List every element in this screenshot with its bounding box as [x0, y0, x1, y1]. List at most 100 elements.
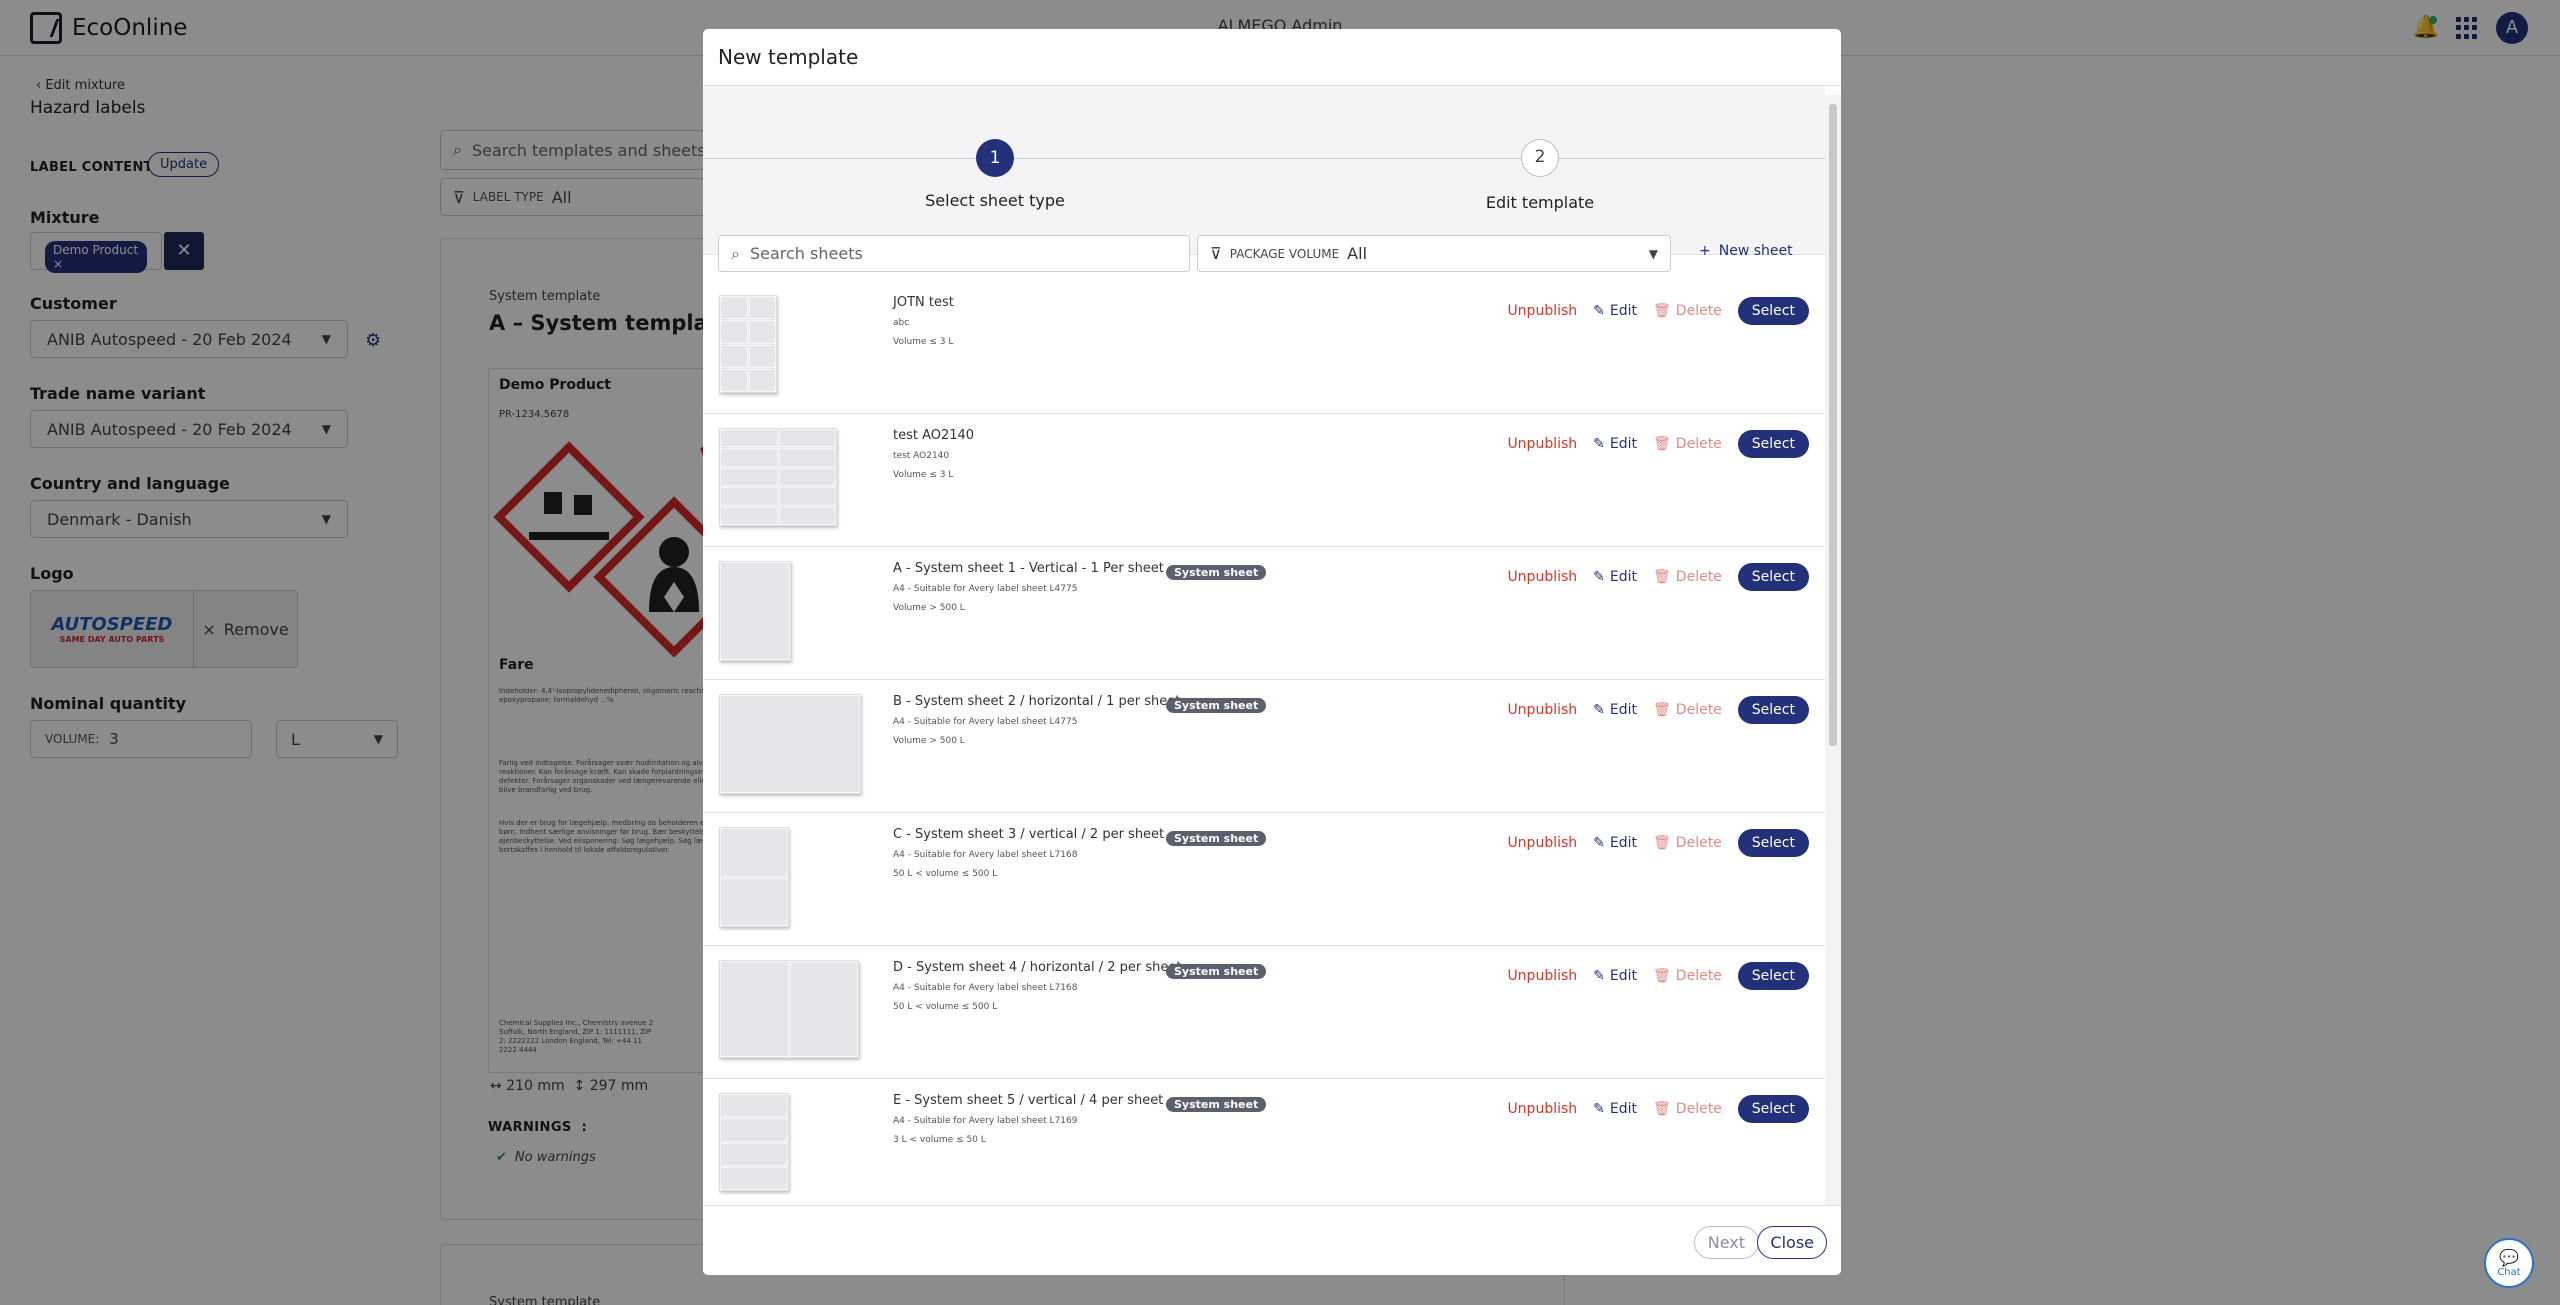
chat-widget[interactable]: 💬 Chat: [2484, 1238, 2534, 1288]
trash-icon: 🗑: [1653, 436, 1671, 452]
sheet-thumbnail: [719, 295, 777, 393]
step-1-label: Select sheet type: [925, 191, 1065, 210]
sheet-name: B - System sheet 2 / horizontal / 1 per …: [893, 694, 1181, 709]
sheet-description: A4 - Suitable for Avery label sheet L716…: [893, 983, 1078, 993]
pencil-icon: ✎: [1593, 1101, 1605, 1117]
sheet-description: A4 - Suitable for Avery label sheet L716…: [893, 1116, 1078, 1126]
system-sheet-badge: System sheet: [1166, 565, 1267, 580]
new-sheet-button[interactable]: + New sheet: [1699, 243, 1793, 259]
sheet-description: A4 - Suitable for Avery label sheet L477…: [893, 584, 1078, 594]
step-1-indicator[interactable]: 1: [976, 139, 1014, 177]
sheet-list: JOTN test abc Volume ≤ 3 L Unpublish ✎ Ed…: [703, 281, 1825, 1199]
unpublish-button[interactable]: Unpublish: [1507, 835, 1577, 851]
sheet-name: E - System sheet 5 / vertical / 4 per sh…: [893, 1093, 1164, 1108]
sheet-thumbnail: [719, 428, 837, 526]
sheet-thumbnail: [719, 1093, 789, 1191]
edit-button[interactable]: ✎ Edit: [1593, 1101, 1637, 1117]
delete-button[interactable]: 🗑 Delete: [1653, 702, 1722, 718]
edit-button[interactable]: ✎ Edit: [1593, 436, 1637, 452]
sheet-volume: Volume ≤ 3 L: [893, 470, 954, 480]
pencil-icon: ✎: [1593, 835, 1605, 851]
sheet-thumbnail: [719, 561, 791, 661]
pencil-icon: ✎: [1593, 569, 1605, 585]
delete-button[interactable]: 🗑 Delete: [1653, 1101, 1722, 1117]
unpublish-button[interactable]: Unpublish: [1507, 569, 1577, 585]
sheet-name: test AO2140: [893, 428, 975, 443]
list-item: B - System sheet 2 / horizontal / 1 per …: [703, 680, 1825, 813]
unpublish-button[interactable]: Unpublish: [1507, 436, 1577, 452]
sheet-volume: Volume ≤ 3 L: [893, 337, 954, 347]
sheet-description: A4 - Suitable for Avery label sheet L477…: [893, 717, 1078, 727]
edit-button[interactable]: ✎ Edit: [1593, 835, 1637, 851]
select-button[interactable]: Select: [1737, 696, 1809, 724]
list-item: C - System sheet 3 / vertical / 2 per sh…: [703, 813, 1825, 946]
scrollbar-thumb[interactable]: [1829, 104, 1837, 746]
sheet-name: JOTN test: [893, 295, 954, 310]
system-sheet-badge: System sheet: [1166, 1097, 1267, 1112]
system-sheet-badge: System sheet: [1166, 964, 1267, 979]
sheet-volume: Volume > 500 L: [893, 736, 965, 746]
row-actions: Unpublish ✎ Edit 🗑 Delete Select: [1507, 1095, 1809, 1123]
delete-button[interactable]: 🗑 Delete: [1653, 569, 1722, 585]
edit-button[interactable]: ✎ Edit: [1593, 569, 1637, 585]
modal-footer: Next Close: [703, 1205, 1841, 1275]
unpublish-button[interactable]: Unpublish: [1507, 968, 1577, 984]
trash-icon: 🗑: [1653, 303, 1671, 319]
select-button[interactable]: Select: [1737, 297, 1809, 325]
search-icon: ⌕: [731, 243, 740, 263]
sheet-thumbnail: [719, 960, 859, 1058]
sheet-name: C - System sheet 3 / vertical / 2 per sh…: [893, 827, 1165, 842]
list-item: D - System sheet 4 / horizontal / 2 per …: [703, 946, 1825, 1079]
select-button[interactable]: Select: [1737, 962, 1809, 990]
plus-icon: +: [1699, 243, 1711, 259]
sheet-name: D - System sheet 4 / horizontal / 2 per …: [893, 960, 1182, 975]
delete-button[interactable]: 🗑 Delete: [1653, 436, 1722, 452]
unpublish-button[interactable]: Unpublish: [1507, 702, 1577, 718]
step-line: [703, 158, 1825, 159]
list-item: JOTN test abc Volume ≤ 3 L Unpublish ✎ Ed…: [703, 281, 1825, 414]
row-actions: Unpublish ✎ Edit 🗑 Delete Select: [1507, 297, 1809, 325]
select-button[interactable]: Select: [1737, 430, 1809, 458]
sheet-volume: 3 L < volume ≤ 50 L: [893, 1135, 986, 1145]
sheet-volume: 50 L < volume ≤ 500 L: [893, 1002, 998, 1012]
list-item: E - System sheet 5 / vertical / 4 per sh…: [703, 1079, 1825, 1199]
unpublish-button[interactable]: Unpublish: [1507, 303, 1577, 319]
sheet-description: abc: [893, 318, 910, 328]
delete-button[interactable]: 🗑 Delete: [1653, 835, 1722, 851]
sheet-volume: 50 L < volume ≤ 500 L: [893, 869, 998, 879]
unpublish-button[interactable]: Unpublish: [1507, 1101, 1577, 1117]
system-sheet-badge: System sheet: [1166, 698, 1267, 713]
sheet-description: test AO2140: [893, 451, 950, 461]
system-sheet-badge: System sheet: [1166, 831, 1267, 846]
delete-button[interactable]: 🗑 Delete: [1653, 303, 1722, 319]
close-button[interactable]: Close: [1757, 1226, 1827, 1259]
row-actions: Unpublish ✎ Edit 🗑 Delete Select: [1507, 829, 1809, 857]
select-button[interactable]: Select: [1737, 1095, 1809, 1123]
pencil-icon: ✎: [1593, 968, 1605, 984]
pencil-icon: ✎: [1593, 303, 1605, 319]
new-template-modal: New template 1 Select sheet type 2 Edit …: [703, 29, 1841, 1275]
next-button[interactable]: Next: [1693, 1226, 1759, 1259]
trash-icon: 🗑: [1653, 968, 1671, 984]
package-volume-filter[interactable]: ⊽ PACKAGE VOLUME All ▼: [1197, 235, 1671, 272]
trash-icon: 🗑: [1653, 702, 1671, 718]
edit-button[interactable]: ✎ Edit: [1593, 968, 1637, 984]
sheet-thumbnail: [719, 827, 789, 927]
row-actions: Unpublish ✎ Edit 🗑 Delete Select: [1507, 563, 1809, 591]
sheet-thumbnail: [719, 694, 861, 794]
row-actions: Unpublish ✎ Edit 🗑 Delete Select: [1507, 430, 1809, 458]
row-actions: Unpublish ✎ Edit 🗑 Delete Select: [1507, 962, 1809, 990]
row-actions: Unpublish ✎ Edit 🗑 Delete Select: [1507, 696, 1809, 724]
step-2-label: Edit template: [1485, 193, 1595, 212]
edit-button[interactable]: ✎ Edit: [1593, 303, 1637, 319]
trash-icon: 🗑: [1653, 569, 1671, 585]
select-button[interactable]: Select: [1737, 829, 1809, 857]
sheet-volume: Volume > 500 L: [893, 603, 965, 613]
select-button[interactable]: Select: [1737, 563, 1809, 591]
step-2-indicator[interactable]: 2: [1521, 139, 1559, 177]
chat-bubble-icon: 💬: [2499, 1248, 2519, 1267]
sheet-search-input[interactable]: ⌕ Search sheets: [718, 235, 1190, 272]
pencil-icon: ✎: [1593, 702, 1605, 718]
edit-button[interactable]: ✎ Edit: [1593, 702, 1637, 718]
delete-button[interactable]: 🗑 Delete: [1653, 968, 1722, 984]
